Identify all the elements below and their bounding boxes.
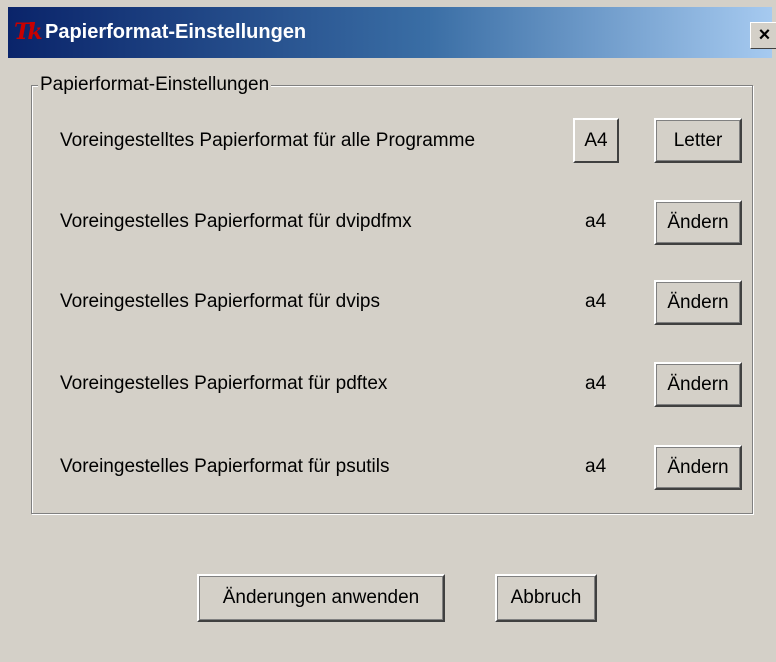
- change-dvips-button[interactable]: Ändern: [654, 280, 742, 325]
- dvips-format-label: Voreingestelles Papierformat für dvips: [60, 291, 380, 312]
- title-bar[interactable]: Tk Papierformat-Einstellungen ×: [8, 7, 776, 58]
- pdftex-format-label: Voreingestelles Papierformat für pdftex: [60, 373, 388, 394]
- dvips-format-value: a4: [585, 291, 607, 312]
- psutils-format-label: Voreingestelles Papierformat für psutils: [60, 456, 390, 477]
- psutils-format-value: a4: [585, 456, 607, 477]
- change-psutils-button[interactable]: Ändern: [654, 445, 742, 490]
- apply-changes-button[interactable]: Änderungen anwenden: [197, 574, 445, 622]
- default-format-label: Voreingestelltes Papierformat für alle P…: [60, 130, 476, 151]
- letter-button[interactable]: Letter: [654, 118, 742, 163]
- group-legend: Papierformat-Einstellungen: [38, 74, 272, 96]
- change-pdftex-button[interactable]: Ändern: [654, 362, 742, 407]
- dialog-window: Tk Papierformat-Einstellungen × Papierfo…: [0, 0, 776, 662]
- tk-app-icon: Tk: [14, 19, 43, 45]
- a4-button[interactable]: A4: [573, 118, 619, 163]
- close-button[interactable]: ×: [750, 22, 776, 49]
- dvipdfmx-format-label: Voreingestelles Papierformat für dvipdfm…: [60, 211, 412, 232]
- dvipdfmx-format-value: a4: [585, 211, 607, 232]
- pdftex-format-value: a4: [585, 373, 607, 394]
- change-dvipdfmx-button[interactable]: Ändern: [654, 200, 742, 245]
- cancel-button[interactable]: Abbruch: [495, 574, 597, 622]
- window-title: Papierformat-Einstellungen: [45, 21, 307, 43]
